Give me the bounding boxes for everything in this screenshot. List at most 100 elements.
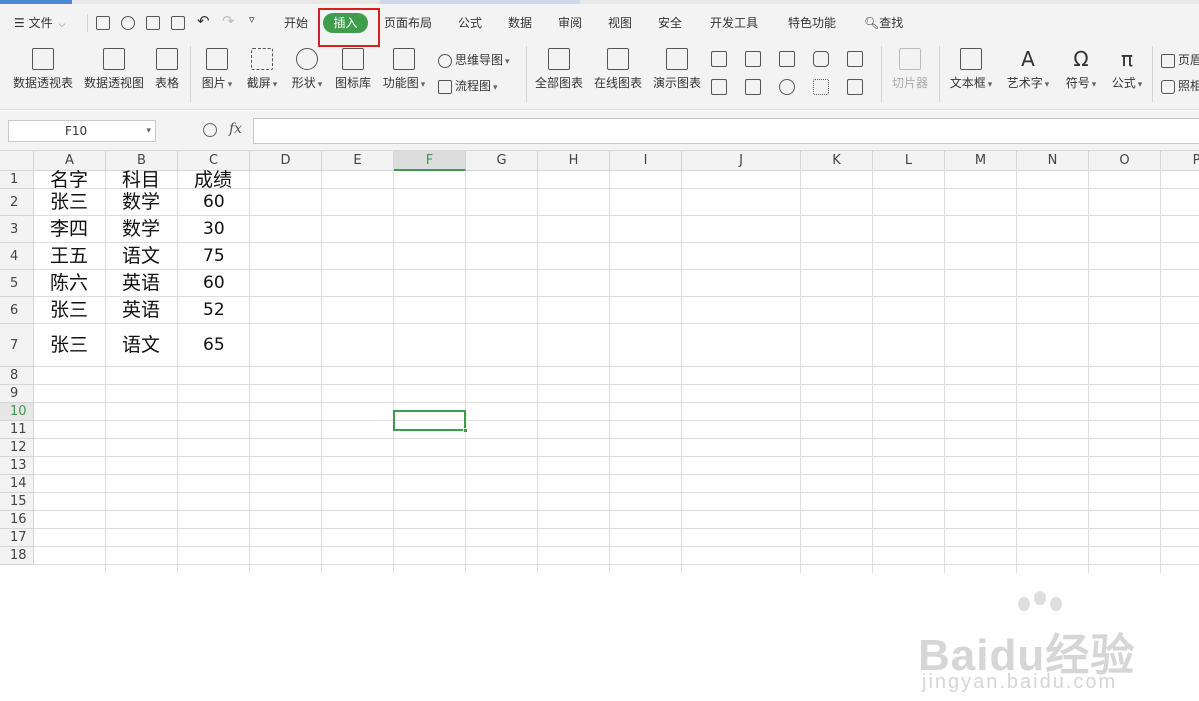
cell-A3[interactable]: 李四	[50, 216, 88, 243]
file-menu[interactable]: ☰ 文件 ⌵	[14, 14, 65, 31]
all-charts-button[interactable]: 全部图表	[534, 48, 584, 91]
column-header-D[interactable]: D	[250, 151, 322, 171]
combo-chart-icon[interactable]	[745, 79, 761, 95]
column-header-E[interactable]: E	[322, 151, 394, 171]
tab-page-layout[interactable]: 页面布局	[384, 14, 432, 31]
pivot-chart-button[interactable]: 数据透视图	[83, 48, 145, 91]
column-header-I[interactable]: I	[610, 151, 682, 171]
row-header-16[interactable]: 16	[0, 511, 34, 529]
row-header-18[interactable]: 18	[0, 547, 34, 565]
screenshot-button[interactable]: 截屏 ▾	[243, 48, 281, 91]
column-header-A[interactable]: A	[34, 151, 106, 171]
active-cell-F10[interactable]	[393, 410, 468, 433]
column-header-K[interactable]: K	[801, 151, 873, 171]
column-header-B[interactable]: B	[106, 151, 178, 171]
scatter-chart-icon[interactable]	[813, 79, 829, 95]
cell-C5[interactable]: 60	[203, 270, 225, 297]
cell-B7[interactable]: 语文	[122, 324, 160, 367]
tab-developer[interactable]: 开发工具	[710, 14, 758, 31]
column-header-M[interactable]: M	[945, 151, 1017, 171]
cell-B5[interactable]: 英语	[122, 270, 160, 297]
tab-data[interactable]: 数据	[508, 14, 532, 31]
row-header-9[interactable]: 9	[0, 385, 34, 403]
row-header-10[interactable]: 10	[0, 403, 34, 421]
symbol-button[interactable]: Ω 符号 ▾	[1062, 48, 1100, 91]
row-header-17[interactable]: 17	[0, 529, 34, 547]
line-chart-icon[interactable]	[779, 51, 795, 67]
print-icon[interactable]	[146, 16, 160, 30]
wordart-button[interactable]: A 艺术字 ▾	[1004, 48, 1052, 91]
cell-A4[interactable]: 王五	[50, 243, 88, 270]
row-header-13[interactable]: 13	[0, 457, 34, 475]
area-chart-icon[interactable]	[711, 79, 727, 95]
table-button[interactable]: 表格	[152, 48, 182, 91]
column-header-O[interactable]: O	[1089, 151, 1161, 171]
cell-A5[interactable]: 陈六	[50, 270, 88, 297]
tab-special-features[interactable]: 特色功能	[788, 14, 836, 31]
tab-security[interactable]: 安全	[658, 14, 682, 31]
row-header-12[interactable]: 12	[0, 439, 34, 457]
quick-access-more-icon[interactable]: ▿	[249, 13, 255, 26]
bar-chart-horizontal-icon[interactable]	[745, 51, 761, 67]
textbox-button[interactable]: 文本框 ▾	[947, 48, 995, 91]
spreadsheet-grid[interactable]: ABCDEFGHIJKLMNOP 1 2 3 4 5 6 7 8 9 10 11 12 13 14 15 16…	[0, 151, 1199, 693]
demo-charts-button[interactable]: 演示图表	[652, 48, 702, 91]
tab-view[interactable]: 视图	[608, 14, 632, 31]
row-header-11[interactable]: 11	[0, 421, 34, 439]
cell-C3[interactable]: 30	[203, 216, 225, 243]
search-button[interactable]: 🔍︎查找	[864, 14, 903, 31]
column-header-C[interactable]: C	[178, 151, 250, 171]
row-header-2[interactable]: 2	[0, 189, 34, 216]
row-header-4[interactable]: 4	[0, 243, 34, 270]
column-header-J[interactable]: J	[682, 151, 801, 171]
cell-B1[interactable]: 科目	[122, 171, 160, 190]
formula-input[interactable]	[253, 118, 1199, 144]
column-header-N[interactable]: N	[1017, 151, 1089, 171]
cell-B4[interactable]: 语文	[122, 243, 160, 270]
function-chart-button[interactable]: 功能图 ▾	[380, 48, 428, 91]
select-all-corner[interactable]	[0, 151, 34, 171]
equation-button[interactable]: π 公式 ▾	[1108, 48, 1146, 91]
save-icon[interactable]	[96, 16, 110, 30]
tab-home[interactable]: 开始	[284, 14, 308, 31]
camera-button[interactable]: 照相	[1161, 77, 1199, 94]
print-preview-icon[interactable]	[171, 16, 185, 30]
insert-function-icon[interactable]: fx	[229, 121, 242, 137]
row-header-14[interactable]: 14	[0, 475, 34, 493]
cell-B3[interactable]: 数学	[122, 216, 160, 243]
fill-handle[interactable]	[463, 428, 468, 433]
cell-A2[interactable]: 张三	[50, 189, 88, 216]
picture-button[interactable]: 图片 ▾	[198, 48, 236, 91]
cell-C2[interactable]: 60	[203, 189, 225, 216]
cell-C7[interactable]: 65	[203, 324, 225, 367]
shapes-button[interactable]: 形状 ▾	[288, 48, 326, 91]
cell-B6[interactable]: 英语	[122, 297, 160, 324]
column-header-G[interactable]: G	[466, 151, 538, 171]
cell-A6[interactable]: 张三	[50, 297, 88, 324]
header-footer-button[interactable]: 页眉	[1161, 51, 1199, 68]
name-box[interactable]: F10 ▾	[8, 120, 156, 142]
row-header-1[interactable]: 1	[0, 171, 34, 189]
other-chart-icon[interactable]	[847, 79, 863, 95]
redo-icon[interactable]: ↷	[222, 12, 235, 30]
column-header-H[interactable]: H	[538, 151, 610, 171]
column-header-P[interactable]: P	[1161, 151, 1199, 171]
cell-C6[interactable]: 52	[203, 297, 225, 324]
format-painter-icon[interactable]	[121, 16, 135, 30]
cell-B2[interactable]: 数学	[122, 189, 160, 216]
row-header-5[interactable]: 5	[0, 270, 34, 297]
undo-icon[interactable]: ↶	[197, 12, 210, 30]
cell-A7[interactable]: 张三	[50, 324, 88, 367]
pie-chart-icon[interactable]	[779, 79, 795, 95]
column-chart-icon[interactable]	[711, 51, 727, 67]
flowchart-button[interactable]: 流程图 ▾	[438, 77, 498, 94]
tab-review[interactable]: 审阅	[558, 14, 582, 31]
row-header-7[interactable]: 7	[0, 324, 34, 367]
row-header-3[interactable]: 3	[0, 216, 34, 243]
row-header-8[interactable]: 8	[0, 367, 34, 385]
slicer-button[interactable]: 切片器	[889, 48, 931, 91]
row-header-15[interactable]: 15	[0, 493, 34, 511]
mind-map-button[interactable]: 思维导图 ▾	[438, 51, 510, 68]
cell-A1[interactable]: 名字	[50, 171, 88, 190]
radar-chart-icon[interactable]	[813, 51, 829, 67]
